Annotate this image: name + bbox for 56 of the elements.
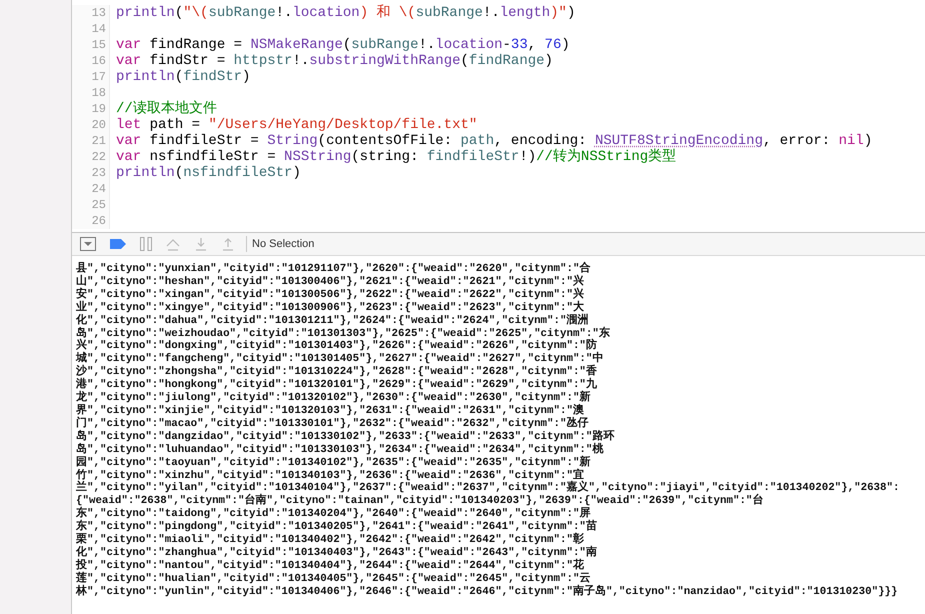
console-output-line: {"weaid":"2638","citynm":"台南","cityno":"tainan","cityid":"101340203"},"2639":{"weaid":"2639","citynm":"台 xyxy=(76,495,764,508)
code-line: var findfileStr = String(contentsOfFile: path, encoding: NSUTF8StringEncoding, error: nil) xyxy=(116,133,872,149)
pause-icon[interactable] xyxy=(140,237,152,251)
step-into-icon[interactable] xyxy=(194,237,208,251)
code-line: var nsfindfileStr = NSString(string: findfileStr!)//转为NSString类型 xyxy=(116,149,676,165)
step-over-icon[interactable] xyxy=(165,237,181,251)
code-line: println("\(subRange!.location) 和 \(subRange!.length)") xyxy=(116,5,576,21)
code-line: //读取本地文件 xyxy=(116,101,217,117)
console-output-line: 园","cityno":"taoyuan","cityid":"101340102"},"2635":{"weaid":"2635","citynm":"新 xyxy=(76,456,592,469)
line-number: 14 xyxy=(92,22,106,36)
console-output-line: 港","cityno":"hongkong","cityid":"101320101"},"2629":{"weaid":"2629","citynm":"九 xyxy=(76,379,598,392)
console-output-line: 化","cityno":"zhanghua","cityid":"101340403"},"2643":{"weaid":"2643","citynm":"南 xyxy=(76,546,598,559)
code-line: let path = "/Users/HeYang/Desktop/file.txt" xyxy=(116,117,478,133)
console-output-line: 化","cityno":"dahua","cityid":"101301211"},"2624":{"weaid":"2624","citynm":"涠洲 xyxy=(76,314,590,327)
console-output-line: 岛","cityno":"weizhoudao","cityid":"101301303"},"2625":{"weaid":"2625","citynm":"东 xyxy=(76,328,611,340)
line-number: 13 xyxy=(92,6,106,20)
code-line: var findStr = httpstr!.substringWithRange(findRange) xyxy=(116,53,553,69)
line-number: 15 xyxy=(92,38,106,52)
line-number: 20 xyxy=(92,118,106,132)
line-number: 23 xyxy=(92,166,106,180)
line-number: 22 xyxy=(92,150,106,164)
console-output-line: 栗","cityno":"miaoli","cityid":"101340402"},"2642":{"weaid":"2642","citynm":"彰 xyxy=(76,534,585,546)
code-line: println(findStr) xyxy=(116,69,250,85)
console-output-line: 兰","cityno":"yilan","cityid":"101340104"},"2637":{"weaid":"2637","citynm":"嘉义","cityno":"jiayi","cityid":"101340202"},"2638": xyxy=(76,482,900,494)
console-output-line: 门","cityno":"macao","cityid":"101330101"},"2632":{"weaid":"2632","citynm":"氹仔 xyxy=(76,418,590,430)
console-output-line: 安","cityno":"xingan","cityid":"101300506"},"2622":{"weaid":"2622","citynm":"兴 xyxy=(76,288,585,301)
line-number: 16 xyxy=(92,54,106,68)
line-number: 21 xyxy=(92,134,106,148)
selection-label: No Selection xyxy=(252,236,314,252)
line-number: 17 xyxy=(92,70,106,84)
console-output-line: 东","cityno":"taidong","cityid":"101340204"},"2640":{"weaid":"2640","citynm":"屏 xyxy=(76,508,590,520)
console-output-line: 莲","cityno":"hualian","cityid":"101340405"},"2645":{"weaid":"2645","citynm":"云 xyxy=(76,572,592,585)
console-output-line: 界","cityno":"xinjie","cityid":"101320103"},"2631":{"weaid":"2631","citynm":"澳 xyxy=(76,404,585,417)
console-output-line: 林","cityno":"yunlin","cityid":"101340406"},"2646":{"weaid":"2646","citynm":"南子岛","cityno":"nanzidao","cityid":"101310230"}}} xyxy=(76,586,899,599)
console-output-line: 县","cityno":"yunxian","cityid":"101291107"},"2620":{"weaid":"2620","citynm":"合 xyxy=(76,263,592,275)
line-number: 26 xyxy=(92,214,106,228)
console-output-line: 山","cityno":"heshan","cityid":"101300406"},"2621":{"weaid":"2621","citynm":"兴 xyxy=(76,276,585,288)
console-output-line: 岛","cityno":"luhuandao","cityid":"101330103"},"2634":{"weaid":"2634","citynm":"桃 xyxy=(76,444,604,456)
line-number: 19 xyxy=(92,102,106,116)
console-output-line: 岛","cityno":"dangzidao","cityid":"101330102"},"2633":{"weaid":"2633","citynm":"路环 xyxy=(76,430,616,443)
console-output-line: 竹","cityno":"xinzhu","cityid":"101340103"},"2636":{"weaid":"2636","citynm":"宜 xyxy=(76,470,584,482)
console-output-line: 龙","cityno":"jiulong","cityid":"101320102"},"2630":{"weaid":"2630","citynm":"新 xyxy=(76,392,592,404)
line-number: 18 xyxy=(92,86,106,100)
console-output-line: 兴","cityno":"dongxing","cityid":"101301403"},"2626":{"weaid":"2626","citynm":"防 xyxy=(76,340,597,352)
breakpoint-icon[interactable] xyxy=(109,238,127,250)
line-number: 25 xyxy=(92,198,106,212)
line-number: 24 xyxy=(92,182,106,196)
console-output-line: 东","cityno":"pingdong","cityid":"101340205"},"2641":{"weaid":"2641","citynm":"苗 xyxy=(76,521,598,534)
code-line: println(nsfindfileStr) xyxy=(116,165,301,181)
console-output-line: 沙","cityno":"zhongsha","cityid":"101310224"},"2628":{"weaid":"2628","citynm":"香 xyxy=(76,366,598,378)
console-toggle-icon[interactable] xyxy=(80,237,96,251)
code-line: var findRange = NSMakeRange(subRange!.location-33, 76) xyxy=(116,37,570,53)
step-out-icon[interactable] xyxy=(221,237,235,251)
console-output-line: 城","cityno":"fangcheng","cityid":"101301405"},"2627":{"weaid":"2627","citynm":"中 xyxy=(76,353,604,366)
console-output-line: 业","cityno":"xingye","cityid":"101300906"},"2623":{"weaid":"2623","citynm":"大 xyxy=(76,302,584,314)
console-output-line: 投","cityno":"nantou","cityid":"101340404"},"2644":{"weaid":"2644","citynm":"花 xyxy=(76,560,585,572)
